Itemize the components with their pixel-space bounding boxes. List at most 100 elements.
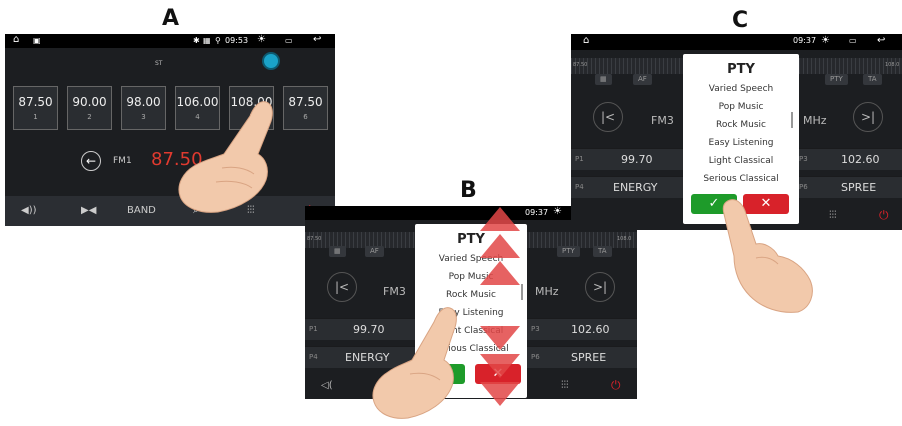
equalizer-icon[interactable]: ⫶⫶⫶	[829, 210, 837, 221]
home-icon[interactable]: ⌂	[583, 35, 589, 46]
pty-chip[interactable]: PTY	[557, 246, 580, 257]
signal-icon: ▦	[203, 36, 211, 45]
dialog-scrollbar[interactable]	[521, 284, 523, 300]
scroll-up-arrow-icon	[480, 207, 520, 231]
tuner-max: 108.0	[885, 62, 900, 68]
power-icon[interactable]: ⏻	[611, 378, 621, 393]
panel-label-c: C	[732, 8, 749, 33]
pty-option[interactable]: Varied Speech	[683, 84, 799, 94]
brightness-icon[interactable]: ☀	[553, 206, 562, 217]
bluetooth-icon: ✱	[193, 36, 200, 45]
status-bar: ⌂ ▣ ✱ ▦ ⚲ 09:53 ☀ ▭ ↩	[5, 34, 335, 48]
preset-row-p1[interactable]: P1 99.70	[571, 148, 691, 170]
tuner-max: 108.0	[617, 236, 632, 242]
preset-row-p3[interactable]: P3 102.60	[795, 148, 902, 170]
volume-icon[interactable]: ◁(	[321, 380, 333, 391]
preset-number: 6	[303, 113, 308, 121]
pty-option[interactable]: Easy Listening	[683, 138, 799, 148]
preset-slot: P1	[575, 155, 584, 163]
preset-slot: P3	[799, 155, 808, 163]
preset-row-p4[interactable]: P4 ENERGY	[571, 176, 691, 198]
back-icon[interactable]: ↩	[877, 35, 885, 46]
preset-frequency: 98.00	[126, 95, 161, 109]
tp-chip[interactable]: ▦	[329, 246, 346, 257]
preset-frequency: 90.00	[72, 95, 107, 109]
figure-root: A ⌂ ▣ ✱ ▦ ⚲ 09:53 ☀ ▭ ↩ ST 87.50 1 90.00…	[0, 0, 902, 426]
pty-option[interactable]: Rock Music	[683, 120, 799, 130]
location-icon: ⚲	[215, 36, 221, 45]
preset-button-6[interactable]: 87.50 6	[283, 86, 328, 130]
scroll-down-arrow-icon	[480, 382, 520, 406]
volume-icon[interactable]: ◀))	[21, 205, 37, 216]
ta-chip[interactable]: TA	[863, 74, 882, 85]
app-icon: ▣	[33, 36, 41, 45]
preset-slot: P3	[531, 325, 540, 333]
scroll-down-arrow-icon	[480, 326, 520, 350]
unit-label: MHz	[535, 285, 559, 298]
preset-number: 2	[87, 113, 92, 121]
recording-indicator[interactable]	[262, 52, 280, 70]
af-chip[interactable]: AF	[365, 246, 384, 257]
pty-option[interactable]: Pop Music	[683, 102, 799, 112]
recent-apps-icon[interactable]: ▭	[285, 36, 293, 45]
band-button[interactable]: BAND	[127, 205, 156, 216]
preset-value: SPREE	[841, 181, 877, 194]
preset-slot: P1	[309, 325, 318, 333]
pty-option[interactable]: Rock Music	[415, 290, 527, 300]
preset-value: 102.60	[841, 153, 880, 166]
band-label: FM3	[651, 114, 674, 127]
scroll-up-arrow-icon	[480, 261, 520, 285]
equalizer-icon[interactable]: ⫶⫶⫶	[561, 380, 569, 391]
scroll-up-arrow-icon	[480, 234, 520, 258]
pty-chip[interactable]: PTY	[825, 74, 848, 85]
recent-apps-icon[interactable]: ▭	[849, 36, 857, 45]
preset-frequency: 87.50	[18, 95, 53, 109]
preset-frequency: 87.50	[288, 95, 323, 109]
dialog-title: PTY	[727, 62, 755, 77]
tuner-min: 87.50	[573, 62, 588, 68]
preset-row-p6[interactable]: P6 SPREE	[527, 346, 637, 368]
tp-chip[interactable]: ▦	[595, 74, 612, 85]
tuner-min: 87.50	[307, 236, 322, 242]
panel-label-b: B	[460, 178, 477, 203]
brightness-icon[interactable]: ☀	[821, 35, 830, 46]
status-bar: ⌂ 09:37 ☀ ▭ ↩	[571, 34, 902, 50]
band-label: FM3	[383, 285, 406, 298]
seek-next-icon[interactable]: >|	[853, 102, 883, 132]
ta-chip[interactable]: TA	[593, 246, 612, 257]
pty-option[interactable]: Light Classical	[683, 156, 799, 166]
seek-back-icon[interactable]: ←	[81, 151, 101, 171]
preset-number: 1	[33, 113, 38, 121]
preset-value: SPREE	[571, 351, 607, 364]
home-icon[interactable]: ⌂	[13, 34, 19, 45]
brightness-icon[interactable]: ☀	[257, 34, 266, 45]
preset-slot: P4	[309, 353, 318, 361]
seek-prev-icon[interactable]: |<	[593, 102, 623, 132]
preset-button-2[interactable]: 90.00 2	[67, 86, 112, 130]
panel-label-a: A	[162, 6, 180, 31]
pty-option[interactable]: Serious Classical	[683, 174, 799, 184]
stereo-indicator: ST	[155, 60, 163, 67]
dialog-scrollbar[interactable]	[791, 112, 793, 128]
status-time: 09:53	[225, 36, 249, 45]
power-icon[interactable]: ⏻	[879, 208, 889, 223]
af-chip[interactable]: AF	[633, 74, 652, 85]
preset-button-3[interactable]: 98.00 3	[121, 86, 166, 130]
status-time: 09:37	[793, 36, 817, 45]
band-label: FM1	[113, 156, 132, 166]
preset-row-p3[interactable]: P3 102.60	[527, 318, 637, 340]
back-icon[interactable]: ↩	[313, 34, 321, 45]
preset-slot: P4	[575, 183, 584, 191]
seek-next-icon[interactable]: >|	[585, 272, 615, 302]
preset-row-p6[interactable]: P6 SPREE	[795, 176, 902, 198]
hand-pointer-a	[178, 101, 273, 213]
scroll-down-arrow-icon	[480, 354, 520, 378]
preset-value: 99.70	[621, 153, 653, 166]
seek-prev-icon[interactable]: |<	[327, 272, 357, 302]
preset-button-1[interactable]: 87.50 1	[13, 86, 58, 130]
preset-value: 102.60	[571, 323, 610, 336]
stereo-mode-icon[interactable]: ▶◀	[81, 205, 96, 216]
radio-screen-b: 09:37 ☀ ▭ ↩ 87.50 108.0 ▦ AF PTY TA |< F…	[305, 206, 637, 399]
preset-slot: P6	[799, 183, 808, 191]
status-time: 09:37	[525, 208, 549, 217]
